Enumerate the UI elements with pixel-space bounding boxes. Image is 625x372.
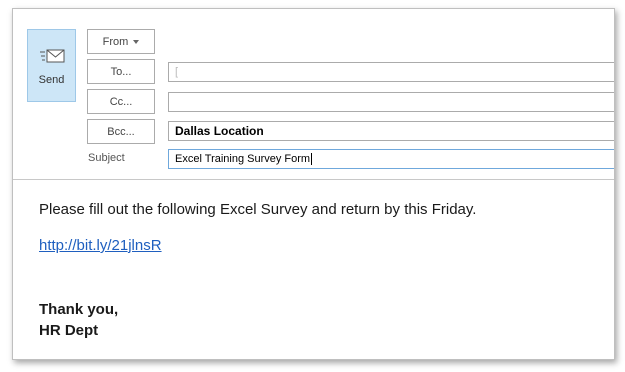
chevron-down-icon xyxy=(133,39,140,44)
from-label: From xyxy=(102,35,129,48)
signature-line: HR Dept xyxy=(39,322,99,339)
cc-field[interactable] xyxy=(168,92,614,112)
cc-label: Cc... xyxy=(109,95,133,108)
to-field[interactable]: [ xyxy=(168,62,614,82)
subject-value: Excel Training Survey Form xyxy=(175,153,311,165)
message-line: Please fill out the following Excel Surv… xyxy=(39,201,477,218)
message-link-line: http://bit.ly/21jlnsR xyxy=(39,237,162,254)
message-body[interactable]: Please fill out the following Excel Surv… xyxy=(13,180,614,359)
envelope-send-icon xyxy=(39,48,65,64)
bcc-button[interactable]: Bcc... xyxy=(87,119,155,144)
survey-link[interactable]: http://bit.ly/21jlnsR xyxy=(39,237,162,254)
to-button[interactable]: To... xyxy=(87,59,155,84)
send-button[interactable]: Send xyxy=(27,29,76,102)
bcc-label: Bcc... xyxy=(107,125,135,138)
to-label: To... xyxy=(110,65,132,78)
send-label: Send xyxy=(38,74,65,86)
subject-label: Subject xyxy=(88,152,125,164)
email-compose-window: Send From To... [ Cc... Bcc... Dallas Lo… xyxy=(12,8,615,360)
subject-field[interactable]: Excel Training Survey Form xyxy=(168,149,614,169)
cc-button[interactable]: Cc... xyxy=(87,89,155,114)
text-cursor xyxy=(311,153,313,165)
to-placeholder: [ xyxy=(175,66,179,78)
compose-header: Send From To... [ Cc... Bcc... Dallas Lo… xyxy=(13,9,614,179)
bcc-field[interactable]: Dallas Location xyxy=(168,121,614,141)
from-button[interactable]: From xyxy=(87,29,155,54)
bcc-value: Dallas Location xyxy=(175,124,264,138)
closing-line: Thank you, xyxy=(39,301,119,318)
